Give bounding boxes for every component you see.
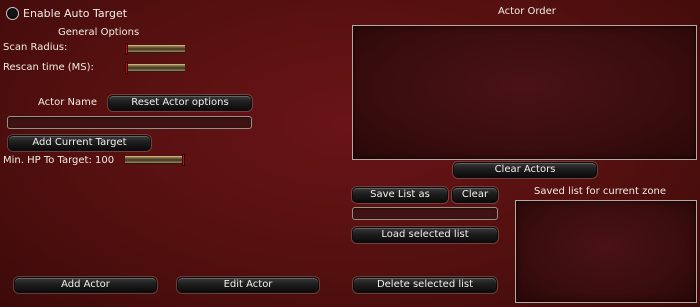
- reset-actor-options-button[interactable]: Reset Actor options: [108, 95, 252, 111]
- edit-actor-button[interactable]: Edit Actor: [177, 277, 319, 293]
- enable-auto-target-label: Enable Auto Target: [23, 7, 128, 20]
- scan-radius-slider-thumb[interactable]: [125, 43, 128, 55]
- actor-name-input[interactable]: [7, 116, 252, 129]
- rescan-time-slider-track: [125, 64, 185, 72]
- load-selected-list-button[interactable]: Load selected list: [352, 227, 498, 243]
- scan-radius-label: Scan Radius:: [3, 42, 68, 53]
- min-hp-slider-track: [125, 156, 185, 164]
- enable-auto-target-radio[interactable]: [6, 7, 19, 20]
- add-actor-button[interactable]: Add Actor: [14, 277, 157, 293]
- min-hp-slider[interactable]: [125, 154, 185, 166]
- list-name-input[interactable]: [352, 207, 498, 220]
- rescan-time-slider-thumb[interactable]: [125, 62, 128, 74]
- saved-list-box[interactable]: [515, 200, 697, 303]
- clear-actors-button[interactable]: Clear Actors: [453, 162, 597, 178]
- save-list-as-button[interactable]: Save List as: [352, 187, 448, 203]
- saved-list-title: Saved list for current zone: [534, 186, 666, 197]
- general-options-heading: General Options: [58, 27, 140, 38]
- actor-name-label: Actor Name: [38, 97, 97, 108]
- clear-list-name-button[interactable]: Clear: [452, 187, 498, 203]
- delete-selected-list-button[interactable]: Delete selected list: [353, 277, 497, 293]
- scan-radius-slider-track: [125, 45, 185, 53]
- min-hp-slider-thumb[interactable]: [182, 154, 185, 166]
- actor-order-list[interactable]: [352, 25, 697, 160]
- actor-order-title: Actor Order: [498, 6, 556, 17]
- min-hp-label: Min. HP To Target: 100: [3, 155, 115, 166]
- rescan-time-slider[interactable]: [125, 62, 185, 74]
- rescan-time-label: Rescan time (MS):: [3, 62, 94, 73]
- scan-radius-slider[interactable]: [125, 43, 185, 55]
- add-current-target-button[interactable]: Add Current Target: [8, 135, 151, 151]
